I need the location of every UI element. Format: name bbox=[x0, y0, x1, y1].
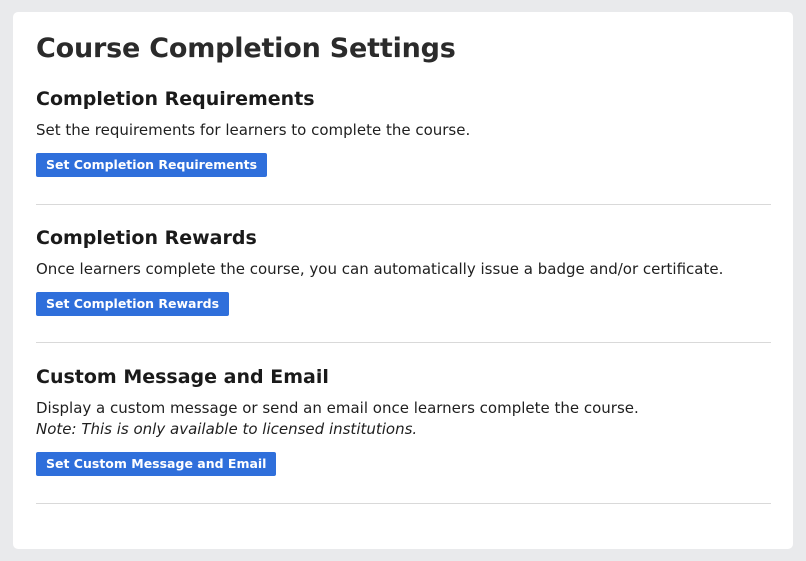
licensing-note: Note: This is only available to licensed… bbox=[36, 420, 418, 438]
section-heading: Custom Message and Email bbox=[36, 366, 329, 388]
divider bbox=[36, 503, 771, 504]
set-completion-rewards-button[interactable]: Set Completion Rewards bbox=[36, 292, 230, 316]
section-completion-rewards: Completion Rewards Once learners complet… bbox=[36, 227, 771, 316]
section-description: Once learners complete the course, you c… bbox=[36, 260, 724, 278]
section-completion-requirements: Completion Requirements Set the requirem… bbox=[36, 88, 771, 177]
settings-card: Course Completion Settings Completion Re… bbox=[13, 12, 793, 549]
set-custom-message-email-button[interactable]: Set Custom Message and Email bbox=[36, 452, 277, 476]
section-description: Set the requirements for learners to com… bbox=[36, 121, 471, 139]
divider bbox=[36, 342, 771, 343]
section-heading: Completion Rewards bbox=[36, 227, 257, 249]
divider bbox=[36, 204, 771, 205]
page-title: Course Completion Settings bbox=[36, 33, 456, 64]
section-heading: Completion Requirements bbox=[36, 88, 315, 110]
set-completion-requirements-button[interactable]: Set Completion Requirements bbox=[36, 153, 268, 177]
section-description: Display a custom message or send an emai… bbox=[36, 399, 639, 417]
section-custom-message-email: Custom Message and Email Display a custo… bbox=[36, 366, 771, 476]
